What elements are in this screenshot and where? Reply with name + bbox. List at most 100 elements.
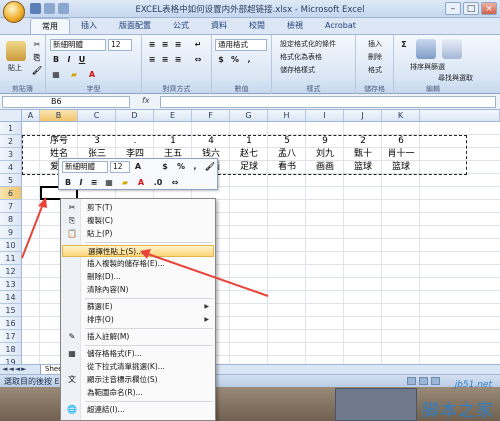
row-header-2[interactable]: 2: [0, 135, 22, 148]
column-header-f[interactable]: F: [192, 110, 230, 122]
row-header-8[interactable]: 8: [0, 213, 22, 226]
mini-bold-button[interactable]: B: [62, 177, 74, 189]
mini-percent-button[interactable]: %: [175, 161, 187, 173]
align-right-icon[interactable]: ≡: [172, 54, 184, 66]
borders-icon[interactable]: ▦: [50, 69, 62, 81]
page-layout-view-icon[interactable]: [419, 377, 428, 385]
tab-review[interactable]: 校閱: [238, 18, 276, 34]
menu-item-6[interactable]: 清除內容(N): [62, 284, 214, 296]
fill-color-icon[interactable]: ▰: [68, 69, 80, 81]
conditional-formatting-button[interactable]: 設定格式化的條件: [280, 39, 336, 49]
page-break-view-icon[interactable]: [431, 377, 440, 385]
mini-currency-icon[interactable]: $: [159, 161, 171, 173]
mini-decimal-icon[interactable]: .0: [152, 177, 164, 189]
column-header-d[interactable]: D: [116, 110, 154, 122]
menu-item-8[interactable]: 排序(O) ▶: [62, 314, 214, 326]
column-header-extra[interactable]: [420, 110, 500, 122]
italic-button[interactable]: I: [63, 54, 75, 66]
formula-input[interactable]: [160, 96, 496, 108]
menu-item-7[interactable]: 篩選(E) ▶: [62, 301, 214, 313]
currency-icon[interactable]: $: [215, 54, 227, 66]
number-format-select[interactable]: 通用格式: [215, 39, 267, 51]
mini-font-color-button[interactable]: A: [135, 177, 147, 189]
row-header-15[interactable]: 15: [0, 304, 22, 317]
cell-styles-button[interactable]: 儲存格樣式: [280, 65, 315, 75]
sort-filter-button[interactable]: 排序與篩選: [410, 62, 445, 72]
tab-view[interactable]: 檢視: [276, 18, 314, 34]
underline-button[interactable]: U: [76, 54, 88, 66]
comma-button[interactable]: ,: [243, 54, 255, 66]
wrap-text-icon[interactable]: ↵: [192, 39, 204, 51]
mini-italic-button[interactable]: I: [75, 177, 87, 189]
menu-item-11[interactable]: 從下拉式清單挑選(K)...: [62, 361, 214, 373]
percent-button[interactable]: %: [229, 54, 241, 66]
office-button[interactable]: [3, 1, 25, 23]
bold-button[interactable]: B: [50, 54, 62, 66]
format-cells-button[interactable]: 格式: [368, 65, 382, 75]
cut-icon[interactable]: ✂: [31, 39, 43, 51]
sort-filter-icon[interactable]: [416, 39, 436, 59]
mini-font-select[interactable]: 新細明體: [62, 161, 108, 173]
menu-item-14[interactable]: 超連結(I)... 🌐: [62, 404, 214, 416]
paste-button[interactable]: 貼上: [8, 63, 22, 73]
mini-align-center-icon[interactable]: ≡: [88, 177, 100, 189]
row-header-17[interactable]: 17: [0, 330, 22, 343]
row-header-6[interactable]: 6: [0, 187, 22, 200]
fx-icon[interactable]: fx: [142, 96, 150, 105]
sheet-nav-arrows[interactable]: ◄◄◄►: [2, 365, 28, 373]
tab-page-layout[interactable]: 版面配置: [108, 18, 162, 34]
find-select-button[interactable]: 尋找與選取: [438, 73, 473, 83]
tab-acrobat[interactable]: Acrobat: [314, 18, 367, 34]
align-bottom-icon[interactable]: ≡: [172, 39, 184, 51]
row-header-19[interactable]: 19: [0, 356, 22, 364]
column-header-j[interactable]: J: [344, 110, 382, 122]
row-header-7[interactable]: 7: [0, 200, 22, 213]
delete-cells-button[interactable]: 刪除: [368, 52, 382, 62]
find-select-icon[interactable]: [442, 39, 462, 59]
align-center-icon[interactable]: ≡: [159, 54, 171, 66]
mini-size-select[interactable]: 12: [110, 161, 130, 173]
mini-grow-font-icon[interactable]: A: [132, 161, 144, 173]
mini-borders-icon[interactable]: ▦: [103, 177, 115, 189]
minimize-button[interactable]: –: [445, 2, 461, 15]
select-all-corner[interactable]: [0, 110, 22, 122]
font-size-select[interactable]: 12: [108, 39, 132, 51]
row-header-18[interactable]: 18: [0, 343, 22, 356]
maximize-button[interactable]: □: [463, 2, 479, 15]
column-header-h[interactable]: H: [268, 110, 306, 122]
merge-center-icon[interactable]: ⇔: [192, 54, 204, 66]
align-left-icon[interactable]: ≡: [146, 54, 158, 66]
align-middle-icon[interactable]: ≡: [159, 39, 171, 51]
row-header-5[interactable]: 5: [0, 174, 22, 187]
column-header-a[interactable]: A: [22, 110, 40, 122]
row-header-14[interactable]: 14: [0, 291, 22, 304]
menu-item-10[interactable]: 儲存格格式(F)... ▦: [62, 348, 214, 360]
menu-item-2[interactable]: 貼上(P) 📋: [62, 228, 214, 240]
normal-view-icon[interactable]: [407, 377, 416, 385]
column-header-i[interactable]: I: [306, 110, 344, 122]
font-color-button[interactable]: A: [86, 69, 98, 81]
row-header-1[interactable]: 1: [0, 122, 22, 135]
format-as-table-button[interactable]: 格式化為表格: [280, 52, 322, 62]
mini-format-painter-icon[interactable]: 🖌: [204, 161, 216, 173]
menu-item-13[interactable]: 為範圍命名(R)...: [62, 387, 214, 399]
column-header-g[interactable]: G: [230, 110, 268, 122]
format-painter-icon[interactable]: 🖌: [31, 65, 43, 77]
tab-data[interactable]: 資料: [200, 18, 238, 34]
autosum-button[interactable]: Σ: [398, 39, 410, 51]
menu-item-5[interactable]: 刪除(D)...: [62, 271, 214, 283]
column-header-b[interactable]: B: [40, 110, 78, 122]
row-header-10[interactable]: 10: [0, 239, 22, 252]
mini-comma-button[interactable]: ,: [189, 161, 201, 173]
menu-item-1[interactable]: 複製(C) ⎘: [62, 215, 214, 227]
column-header-e[interactable]: E: [154, 110, 192, 122]
row-header-16[interactable]: 16: [0, 317, 22, 330]
column-header-c[interactable]: C: [78, 110, 116, 122]
tab-formulas[interactable]: 公式: [162, 18, 200, 34]
row-header-12[interactable]: 12: [0, 265, 22, 278]
tab-home[interactable]: 常用: [30, 18, 70, 34]
menu-item-3[interactable]: 選擇性貼上(S)...: [62, 245, 214, 257]
paste-icon[interactable]: [6, 41, 26, 61]
row-header-4[interactable]: 4: [0, 161, 22, 174]
menu-item-12[interactable]: 顯示注音標示欄位(S) 文: [62, 374, 214, 386]
